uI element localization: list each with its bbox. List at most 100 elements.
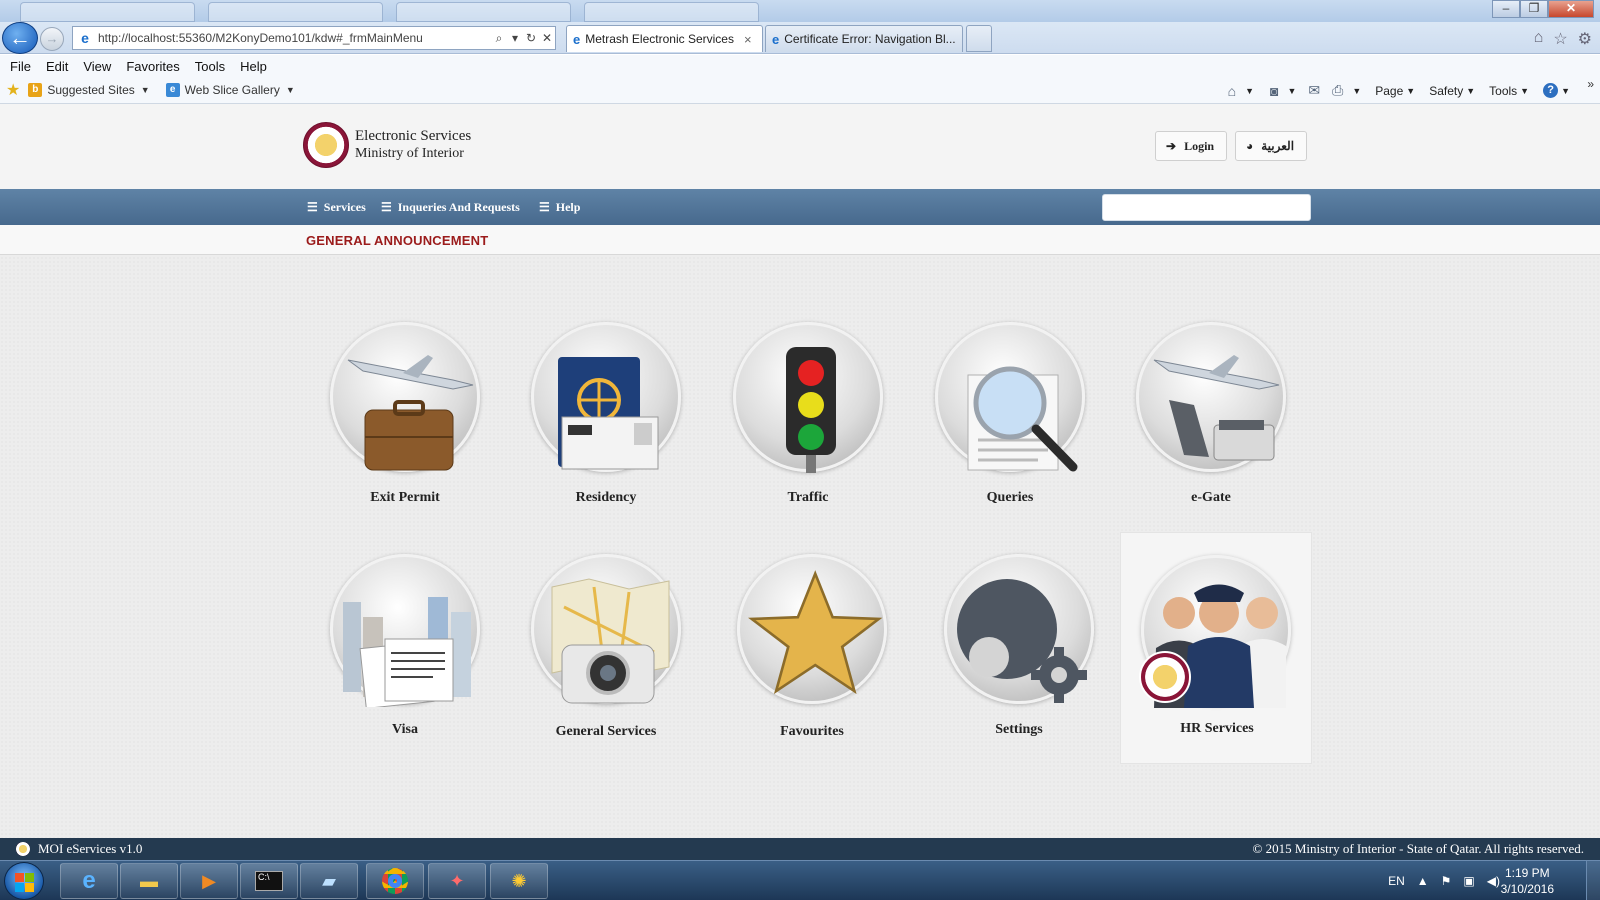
service-label: Residency bbox=[575, 490, 637, 505]
service-exit-permit[interactable]: Exit Permit bbox=[315, 322, 495, 522]
service-favourites[interactable]: Favourites bbox=[722, 554, 902, 754]
window-controls: – ❐ ✕ bbox=[1492, 0, 1594, 18]
windows-taskbar: e ▬ ▶ C:\ ▰ ✦ ✺ EN ▲ ⚑ ▣ ◀) 1:19 PM 3/10… bbox=[0, 860, 1600, 900]
file-explorer-icon[interactable]: ▬ bbox=[120, 863, 178, 899]
mail-icon[interactable]: ✉ bbox=[1308, 82, 1320, 99]
show-desktop-button[interactable] bbox=[1586, 861, 1600, 900]
command-safety[interactable]: Safety ▼ bbox=[1429, 84, 1475, 98]
help-icon[interactable]: ? ▼ bbox=[1543, 83, 1570, 98]
page-content: Electronic Services Ministry of Interior… bbox=[0, 104, 1600, 838]
web-slice-icon: e bbox=[165, 83, 180, 97]
clock-date: 3/10/2016 bbox=[1500, 882, 1554, 896]
rss-feed-icon[interactable]: ◙ bbox=[1270, 83, 1278, 99]
chrome-icon[interactable] bbox=[366, 863, 424, 899]
site-header: Electronic Services Ministry of Interior… bbox=[0, 104, 1600, 189]
tray-expand-icon[interactable]: ▲ bbox=[1417, 874, 1429, 888]
dropdown-arrow-icon[interactable]: ▾ bbox=[507, 31, 523, 45]
media-player-icon[interactable]: ▶ bbox=[180, 863, 238, 899]
service-traffic[interactable]: Traffic bbox=[718, 322, 898, 522]
settings-gear-icon[interactable]: ⚙ bbox=[1578, 29, 1592, 49]
announcement-title: GENERAL ANNOUNCEMENT bbox=[306, 233, 489, 248]
service-label: Traffic bbox=[787, 490, 829, 505]
notepad-icon[interactable]: ▰ bbox=[300, 863, 358, 899]
back-button[interactable]: ← bbox=[2, 22, 38, 54]
search-icon[interactable]: ⌕ bbox=[491, 31, 507, 46]
clock[interactable]: 1:19 PM 3/10/2016 bbox=[1501, 865, 1554, 897]
language-button[interactable]: ◕ العربية bbox=[1235, 131, 1308, 161]
nav-help[interactable]: ☰ Help bbox=[539, 189, 580, 225]
menu-favorites[interactable]: Favorites bbox=[126, 59, 179, 74]
plane-briefcase-icon bbox=[330, 322, 480, 472]
menu-help[interactable]: Help bbox=[240, 59, 267, 74]
version-text: MOI eServices v1.0 bbox=[38, 841, 143, 856]
service-queries[interactable]: Queries bbox=[920, 322, 1100, 522]
service-visa[interactable]: Visa bbox=[315, 554, 495, 754]
favorite-suggested-sites[interactable]: b Suggested Sites ▼ bbox=[28, 83, 150, 97]
language-indicator[interactable]: EN bbox=[1388, 874, 1405, 888]
tab-metrash[interactable]: e Metrash Electronic Services × bbox=[566, 25, 763, 52]
chevron-down-icon: ▼ bbox=[285, 85, 295, 95]
volume-icon[interactable]: ◀) bbox=[1487, 874, 1500, 888]
site-footer: MOI eServices v1.0 © 2015 Ministry of In… bbox=[0, 838, 1600, 860]
search-input[interactable] bbox=[1102, 194, 1311, 221]
close-window-button[interactable]: ✕ bbox=[1548, 0, 1594, 18]
sign-in-icon: ➔ bbox=[1166, 138, 1177, 153]
debug-tool-icon[interactable]: ✦ bbox=[428, 863, 486, 899]
stop-icon[interactable]: ✕ bbox=[539, 31, 555, 45]
copyright-text: © 2015 Ministry of Interior - State of Q… bbox=[1252, 841, 1584, 856]
list-icon: ☰ bbox=[381, 199, 392, 214]
service-residency[interactable]: Residency bbox=[516, 322, 696, 522]
menu-file[interactable]: File bbox=[10, 59, 31, 74]
clock-time: 1:19 PM bbox=[1504, 866, 1550, 880]
nav-services[interactable]: ☰ Services bbox=[307, 189, 366, 225]
favorites-add-icon[interactable]: ★ bbox=[6, 80, 20, 100]
service-e-gate[interactable]: e-Gate bbox=[1121, 322, 1301, 522]
more-chevron-icon[interactable]: » bbox=[1587, 77, 1594, 91]
command-tools[interactable]: Tools ▼ bbox=[1489, 84, 1529, 98]
tab-close-icon[interactable]: × bbox=[744, 32, 752, 47]
restore-button[interactable]: ❐ bbox=[1520, 0, 1548, 18]
globe-icon: ◕ bbox=[1246, 138, 1254, 153]
action-center-flag-icon[interactable]: ⚑ bbox=[1441, 874, 1452, 888]
logo-subtitle: Ministry of Interior bbox=[355, 146, 464, 161]
nav-inqueries[interactable]: ☰ Inqueries And Requests bbox=[381, 189, 520, 225]
internet-explorer-icon[interactable]: e bbox=[60, 863, 118, 899]
refresh-icon[interactable]: ↻ bbox=[523, 31, 539, 45]
address-url[interactable]: http://localhost:55360/M2KonyDemo101/kdw… bbox=[98, 31, 491, 45]
service-general-services[interactable]: General Services bbox=[516, 554, 696, 754]
map-camera-icon bbox=[531, 554, 681, 704]
favorite-web-slice-gallery[interactable]: e Web Slice Gallery ▼ bbox=[165, 83, 295, 97]
traffic-light-icon bbox=[733, 322, 883, 473]
browser-title-bar: – ❐ ✕ bbox=[0, 0, 1600, 22]
kony-studio-icon[interactable]: ✺ bbox=[490, 863, 548, 899]
forward-button[interactable]: → bbox=[40, 27, 64, 51]
home-icon[interactable]: ⌂ bbox=[1534, 29, 1544, 49]
address-bar[interactable]: e http://localhost:55360/M2KonyDemo101/k… bbox=[72, 26, 556, 50]
service-settings[interactable]: Settings bbox=[929, 554, 1109, 754]
tab-certificate-error[interactable]: e Certificate Error: Navigation Bl... bbox=[765, 25, 963, 52]
moi-emblem-icon bbox=[16, 842, 30, 856]
start-button[interactable] bbox=[4, 862, 44, 900]
tab-label: Certificate Error: Navigation Bl... bbox=[784, 32, 956, 46]
favorites-bar: ★ b Suggested Sites ▼ e Web Slice Galler… bbox=[0, 77, 1600, 104]
menu-tools[interactable]: Tools bbox=[195, 59, 225, 74]
login-button[interactable]: ➔ Login bbox=[1155, 131, 1228, 161]
bing-icon: b bbox=[28, 83, 43, 97]
service-hr-services[interactable]: HR Services bbox=[1120, 532, 1312, 764]
ie-tab-icon: e bbox=[772, 31, 780, 47]
menu-edit[interactable]: Edit bbox=[46, 59, 68, 74]
passport-icon bbox=[531, 322, 681, 472]
command-page[interactable]: Page ▼ bbox=[1375, 84, 1415, 98]
minimize-button[interactable]: – bbox=[1492, 0, 1520, 18]
ie-tab-icon: e bbox=[573, 31, 581, 47]
command-prompt-icon[interactable]: C:\ bbox=[240, 863, 298, 899]
home-icon[interactable]: ⌂ bbox=[1228, 83, 1236, 99]
announcement-bar: GENERAL ANNOUNCEMENT bbox=[0, 225, 1600, 255]
new-tab-button[interactable] bbox=[966, 25, 992, 52]
favorites-star-icon[interactable]: ☆ bbox=[1553, 29, 1567, 49]
service-label: General Services bbox=[555, 724, 657, 739]
menu-view[interactable]: View bbox=[83, 59, 111, 74]
print-icon[interactable]: ⎙ bbox=[1332, 82, 1343, 99]
network-icon[interactable]: ▣ bbox=[1463, 874, 1474, 888]
gear-icon bbox=[944, 554, 1094, 704]
